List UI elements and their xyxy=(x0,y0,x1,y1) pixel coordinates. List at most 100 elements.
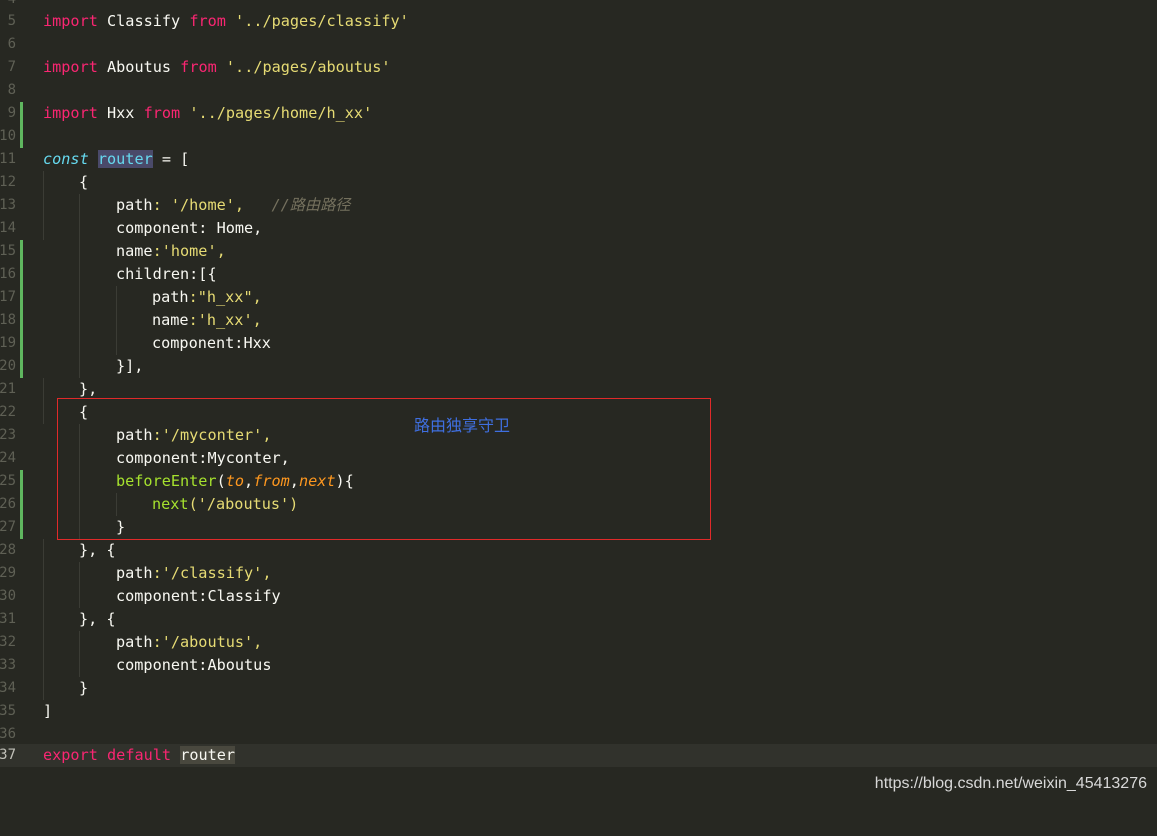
punctuation: :" xyxy=(188,288,207,306)
code-line[interactable]: 29 path:'/classify', xyxy=(0,562,1157,585)
identifier: Classify xyxy=(97,12,190,30)
indent-guide xyxy=(116,286,117,309)
indent-guide xyxy=(43,539,44,562)
code-line[interactable]: 18 name:'h_xx', xyxy=(0,309,1157,332)
code-line[interactable]: 12 { xyxy=(0,171,1157,194)
string: ../pages/aboutus xyxy=(235,58,382,76)
line-number: 16 xyxy=(0,266,16,282)
punctuation: : xyxy=(198,219,217,237)
punctuation: ', xyxy=(207,242,226,260)
code-line[interactable]: 15 name:'home', xyxy=(0,240,1157,263)
string: /classify xyxy=(170,564,254,582)
indent-guide xyxy=(43,401,44,424)
property-key: children xyxy=(116,265,190,283)
code-line[interactable]: 19 component:Hxx xyxy=(0,332,1157,355)
line-number: 24 xyxy=(0,450,16,466)
string: ../pages/home/h_xx xyxy=(198,104,364,122)
property-key: path xyxy=(152,288,189,306)
indent-guide xyxy=(79,654,80,677)
line-number: 19 xyxy=(0,335,16,351)
code-line[interactable]: 5 import Classify from '../pages/classif… xyxy=(0,10,1157,33)
code-line[interactable]: 6 xyxy=(0,33,1157,56)
line-number: 12 xyxy=(0,174,16,190)
property-key: name xyxy=(152,311,189,329)
string: h_xx xyxy=(206,311,244,329)
string-quote: ' xyxy=(381,58,391,76)
keyword: import xyxy=(43,104,98,122)
annotation-box xyxy=(57,398,711,540)
line-number: 5 xyxy=(7,13,16,29)
string: h_xx xyxy=(206,288,244,306)
line-number: 21 xyxy=(0,381,16,397)
property-key: name xyxy=(116,242,153,260)
code-line[interactable]: 16 children:[{ xyxy=(0,263,1157,286)
code-line[interactable]: 7 import Aboutus from '../pages/aboutus' xyxy=(0,56,1157,79)
highlighted-identifier[interactable]: router xyxy=(180,746,236,764)
identifier: Aboutus xyxy=(207,656,272,674)
indent-guide xyxy=(79,217,80,240)
keyword: from xyxy=(143,104,181,122)
code-line[interactable]: 28 }, { xyxy=(0,539,1157,562)
indent-guide xyxy=(43,654,44,677)
line-number: 8 xyxy=(7,82,16,98)
line-number: 10 xyxy=(0,128,16,144)
line-number: 14 xyxy=(0,220,16,236)
identifier: Aboutus xyxy=(97,58,181,76)
git-change-marker xyxy=(20,125,23,148)
code-line[interactable]: 8 xyxy=(0,79,1157,102)
indent-guide xyxy=(43,585,44,608)
punctuation: , xyxy=(253,219,263,237)
comment: //路由路径 xyxy=(244,196,351,214)
code-line[interactable]: 20 }], xyxy=(0,355,1157,378)
punctuation: }], xyxy=(116,357,144,375)
git-change-marker xyxy=(20,516,23,539)
brace: } xyxy=(79,679,89,697)
code-line[interactable]: 14 component: Home, xyxy=(0,217,1157,240)
line-number: 27 xyxy=(0,519,16,535)
line-number: 22 xyxy=(0,404,16,420)
line-number: 7 xyxy=(7,59,16,75)
code-line[interactable]: 30 component:Classify xyxy=(0,585,1157,608)
code-line[interactable]: 32 path:'/aboutus', xyxy=(0,631,1157,654)
code-line-active[interactable]: 37 export default router xyxy=(0,744,1157,767)
code-line[interactable]: 36 xyxy=(0,723,1157,746)
string-quote: ' xyxy=(216,58,236,76)
punctuation: ", xyxy=(243,288,262,306)
property-key: path xyxy=(116,196,153,214)
property-key: path xyxy=(116,633,153,651)
code-line[interactable]: 10 xyxy=(0,125,1157,148)
line-number: 36 xyxy=(0,726,16,742)
line-number: 31 xyxy=(0,611,16,627)
indent-guide xyxy=(79,355,80,378)
property-key: component xyxy=(116,587,199,605)
code-line[interactable]: 9 import Hxx from '../pages/home/h_xx' xyxy=(0,102,1157,125)
code-line[interactable]: 17 path:"h_xx", xyxy=(0,286,1157,309)
code-line[interactable]: 31 }, { xyxy=(0,608,1157,631)
indent-guide xyxy=(79,240,80,263)
indent-guide xyxy=(43,608,44,631)
code-line[interactable]: 33 component:Aboutus xyxy=(0,654,1157,677)
selected-identifier[interactable]: router xyxy=(97,150,153,168)
punctuation: ', xyxy=(243,311,262,329)
punctuation: :' xyxy=(188,311,207,329)
code-line[interactable]: 11 const router = [ xyxy=(0,148,1157,171)
indent-guide xyxy=(43,194,44,217)
punctuation: :' xyxy=(152,633,171,651)
code-line[interactable]: 34 } xyxy=(0,677,1157,700)
string: /home xyxy=(180,196,226,214)
line-number: 37 xyxy=(0,747,16,763)
git-change-marker xyxy=(20,240,23,263)
indent-guide xyxy=(43,378,44,401)
line-number: 23 xyxy=(0,427,16,443)
line-number: 34 xyxy=(0,680,16,696)
git-change-marker xyxy=(20,102,23,125)
code-line[interactable]: 35 ] xyxy=(0,700,1157,723)
line-number: 32 xyxy=(0,634,16,650)
brace: { xyxy=(79,173,89,191)
line-number: 20 xyxy=(0,358,16,374)
line-number: 25 xyxy=(0,473,16,489)
code-line[interactable]: 13 path: '/home', //路由路径 xyxy=(0,194,1157,217)
indent-guide xyxy=(116,309,117,332)
